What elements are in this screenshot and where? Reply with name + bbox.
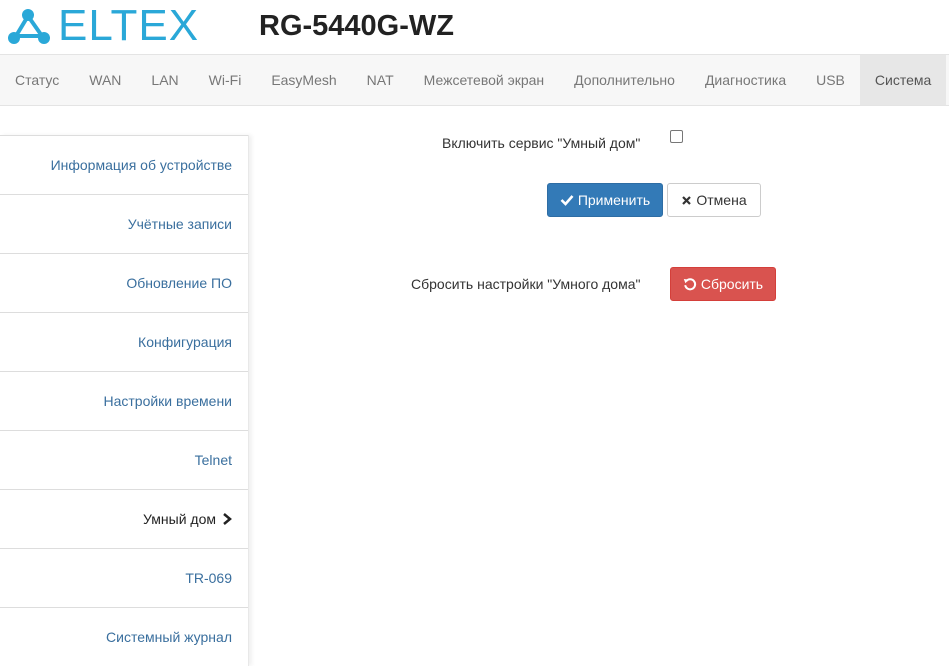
sidebar-item-label: Системный журнал	[106, 629, 232, 645]
tab-nat[interactable]: NAT	[352, 55, 409, 105]
undo-icon	[683, 278, 696, 291]
sidebar-item-accounts[interactable]: Учётные записи	[0, 194, 248, 253]
close-icon	[682, 195, 692, 205]
sidebar-item-label: Настройки времени	[103, 393, 232, 409]
main-content: Включить сервис "Умный дом" Применить От…	[260, 106, 949, 664]
sidebar-item-smart-home[interactable]: Умный дом	[0, 489, 248, 548]
reset-button-label: Сбросить	[700, 276, 764, 292]
apply-button[interactable]: Применить	[547, 183, 663, 217]
enable-smart-home-label: Включить сервис "Умный дом"	[442, 135, 641, 151]
device-model-title: RG-5440G-WZ	[259, 10, 454, 42]
cancel-button-label: Отмена	[696, 192, 747, 208]
reset-button[interactable]: Сбросить	[670, 267, 776, 301]
cancel-button[interactable]: Отмена	[667, 183, 761, 217]
sidebar-item-time-settings[interactable]: Настройки времени	[0, 371, 248, 430]
tab-usb[interactable]: USB	[801, 55, 860, 105]
tab-wifi[interactable]: Wi-Fi	[194, 55, 257, 105]
sidebar-item-label: Учётные записи	[127, 216, 232, 232]
sidebar-item-tr069[interactable]: TR-069	[0, 548, 248, 607]
sidebar: Информация об устройстве Учётные записи …	[0, 135, 249, 666]
sidebar-item-device-info[interactable]: Информация об устройстве	[0, 135, 248, 194]
tab-status[interactable]: Статус	[0, 55, 74, 105]
tab-lan[interactable]: LAN	[136, 55, 193, 105]
logo-text: ELTEX	[58, 1, 200, 50]
sidebar-item-telnet[interactable]: Telnet	[0, 430, 248, 489]
tab-diagnostics[interactable]: Диагностика	[690, 55, 801, 105]
check-icon	[560, 195, 574, 206]
tab-firewall[interactable]: Межсетевой экран	[409, 55, 560, 105]
sidebar-item-firmware-update[interactable]: Обновление ПО	[0, 253, 248, 312]
enable-smart-home-checkbox[interactable]	[670, 130, 683, 143]
tab-advanced[interactable]: Дополнительно	[559, 55, 690, 105]
tab-wan[interactable]: WAN	[74, 55, 136, 105]
sidebar-item-label: Информация об устройстве	[50, 157, 232, 173]
sidebar-item-label: Конфигурация	[138, 334, 232, 350]
eltex-logo-icon	[8, 9, 50, 44]
sidebar-item-label: Telnet	[194, 452, 232, 468]
sidebar-item-label: Обновление ПО	[126, 275, 232, 291]
eltex-logo[interactable]: ELTEX	[6, 1, 200, 50]
sidebar-item-configuration[interactable]: Конфигурация	[0, 312, 248, 371]
sidebar-item-system-log[interactable]: Системный журнал	[0, 607, 248, 666]
tab-easymesh[interactable]: EasyMesh	[256, 55, 351, 105]
header: ELTEX RG-5440G-WZ	[0, 0, 949, 54]
sidebar-item-label: TR-069	[185, 570, 232, 586]
reset-smart-home-label: Сбросить настройки "Умного дома"	[411, 276, 641, 292]
apply-button-label: Применить	[577, 192, 651, 208]
top-navigation: Статус WAN LAN Wi-Fi EasyMesh NAT Межсет…	[0, 54, 949, 106]
chevron-right-icon	[223, 513, 232, 525]
tab-system[interactable]: Система	[859, 55, 947, 105]
sidebar-item-label: Умный дом	[143, 511, 216, 527]
